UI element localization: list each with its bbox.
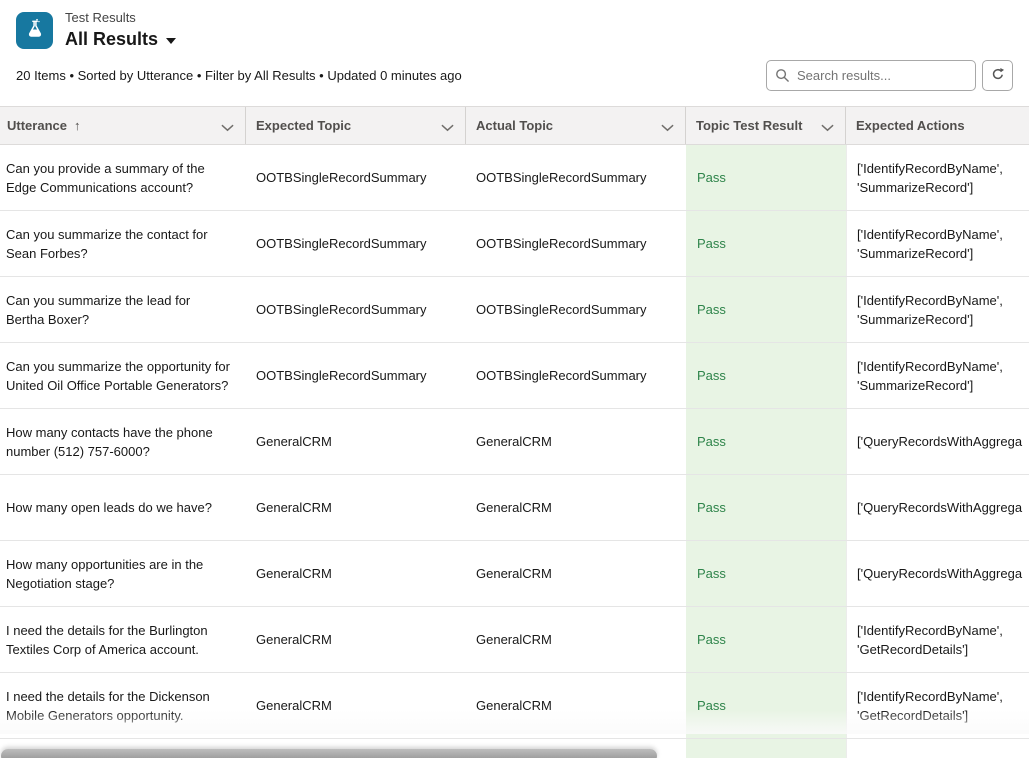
chevron-down-icon[interactable] (821, 120, 834, 135)
cell-expected-actions: ['IdentifyRecordByName', 'SummarizeRecor… (846, 211, 1029, 276)
dropdown-arrow-icon (166, 38, 176, 44)
cell-expected-topic: OOTBSingleRecordSummary (246, 277, 466, 342)
cell-topic-test-result: Pass (686, 475, 846, 540)
cell-topic-test-result: Pass (686, 211, 846, 276)
table-header-row: Utterance ↑ Expected Topic Actual Topic … (0, 106, 1029, 145)
column-header-expected-topic[interactable]: Expected Topic (246, 107, 466, 144)
table-row[interactable]: Can you provide a summary of the Edge Co… (0, 145, 1029, 211)
cell-expected-actions: ['QueryRecordsWithAggrega (846, 541, 1029, 606)
cell-expected-actions: ['IdentifyRecordByName', 'SummarizeRecor… (846, 277, 1029, 342)
table-row[interactable]: How many opportunities are in the Negoti… (0, 541, 1029, 607)
cell-utterance: I need the details for the Burlington Te… (0, 607, 246, 672)
cell-actual-topic: OOTBSingleRecordSummary (466, 211, 686, 276)
cell-expected-topic: OOTBSingleRecordSummary (246, 211, 466, 276)
list-view-selector[interactable]: All Results (65, 28, 176, 50)
column-label: Actual Topic (476, 118, 553, 133)
refresh-icon (990, 66, 1006, 85)
table-row[interactable]: How many open leads do we have? GeneralC… (0, 475, 1029, 541)
sort-ascending-icon: ↑ (74, 118, 81, 133)
cell-topic-test-result (686, 739, 846, 758)
cell-topic-test-result: Pass (686, 409, 846, 474)
cell-expected-topic: GeneralCRM (246, 673, 466, 738)
cell-utterance: Can you summarize the lead for Bertha Bo… (0, 277, 246, 342)
cell-utterance: Can you summarize the opportunity for Un… (0, 343, 246, 408)
table-row[interactable]: I need the details for the Dickenson Mob… (0, 673, 1029, 739)
cell-utterance: Can you summarize the contact for Sean F… (0, 211, 246, 276)
cell-expected-topic: GeneralCRM (246, 475, 466, 540)
cell-topic-test-result: Pass (686, 541, 846, 606)
title-block: Test Results All Results (65, 10, 176, 50)
column-header-expected-actions[interactable]: Expected Actions (846, 107, 1029, 144)
cell-topic-test-result: Pass (686, 145, 846, 210)
column-header-utterance[interactable]: Utterance ↑ (0, 107, 246, 144)
test-results-entity-icon (16, 12, 53, 49)
table-row[interactable]: I need the details for the Burlington Te… (0, 607, 1029, 673)
cell-topic-test-result: Pass (686, 277, 846, 342)
page-header: Test Results All Results (0, 0, 1029, 50)
cell-utterance: How many open leads do we have? (0, 475, 246, 540)
cell-actual-topic: GeneralCRM (466, 607, 686, 672)
cell-expected-topic: OOTBSingleRecordSummary (246, 343, 466, 408)
view-name-label: All Results (65, 28, 158, 50)
cell-utterance: Can you provide a summary of the Edge Co… (0, 145, 246, 210)
table-row[interactable]: Can you summarize the opportunity for Un… (0, 343, 1029, 409)
chevron-down-icon[interactable] (441, 120, 454, 135)
cell-utterance: How many opportunities are in the Negoti… (0, 541, 246, 606)
cell-expected-topic: GeneralCRM (246, 409, 466, 474)
results-table: Utterance ↑ Expected Topic Actual Topic … (0, 106, 1029, 758)
table-row[interactable]: Can you summarize the lead for Bertha Bo… (0, 277, 1029, 343)
cell-expected-actions: ['IdentifyRecordByName', 'SummarizeRecor… (846, 343, 1029, 408)
cell-actual-topic: GeneralCRM (466, 409, 686, 474)
column-label: Utterance (7, 118, 67, 133)
cell-expected-actions: ['IdentifyRecordByName', 'GetRecordDetai… (846, 607, 1029, 672)
table-body: Can you provide a summary of the Edge Co… (0, 145, 1029, 758)
object-name-label: Test Results (65, 10, 176, 26)
cell-expected-topic: GeneralCRM (246, 541, 466, 606)
cell-expected-topic: OOTBSingleRecordSummary (246, 145, 466, 210)
cell-actual-topic: GeneralCRM (466, 541, 686, 606)
cell-actual-topic: GeneralCRM (466, 475, 686, 540)
horizontal-scrollbar-thumb[interactable] (1, 749, 657, 758)
cell-expected-actions: ['IdentifyRecordByName', 'GetRecordDetai… (846, 673, 1029, 738)
cell-expected-actions: ['IdentifyRecordByName', 'SummarizeRecor… (846, 145, 1029, 210)
list-meta-summary: 20 Items • Sorted by Utterance • Filter … (16, 68, 462, 83)
cell-topic-test-result: Pass (686, 343, 846, 408)
chevron-down-icon[interactable] (661, 120, 674, 135)
cell-actual-topic: OOTBSingleRecordSummary (466, 343, 686, 408)
column-label: Expected Topic (256, 118, 351, 133)
toolbar-actions (766, 60, 1013, 91)
table-row[interactable]: Can you summarize the contact for Sean F… (0, 211, 1029, 277)
flask-icon (24, 18, 46, 43)
column-label: Expected Actions (856, 118, 965, 133)
cell-utterance: I need the details for the Dickenson Mob… (0, 673, 246, 738)
cell-actual-topic: OOTBSingleRecordSummary (466, 145, 686, 210)
cell-actual-topic: OOTBSingleRecordSummary (466, 277, 686, 342)
refresh-button[interactable] (982, 60, 1013, 91)
table-row[interactable]: How many contacts have the phone number … (0, 409, 1029, 475)
column-header-actual-topic[interactable]: Actual Topic (466, 107, 686, 144)
cell-expected-actions: ['QueryRecordsWithAggrega (846, 409, 1029, 474)
chevron-down-icon[interactable] (221, 120, 234, 135)
search-input[interactable] (766, 60, 976, 91)
cell-actual-topic: GeneralCRM (466, 673, 686, 738)
cell-expected-topic: GeneralCRM (246, 607, 466, 672)
column-label: Topic Test Result (696, 118, 802, 133)
cell-utterance: How many contacts have the phone number … (0, 409, 246, 474)
cell-topic-test-result: Pass (686, 673, 846, 738)
search-box (766, 60, 976, 91)
list-toolbar: 20 Items • Sorted by Utterance • Filter … (0, 50, 1029, 106)
cell-expected-actions: ['IdentifyRecordByName', (846, 739, 1029, 758)
cell-expected-actions: ['QueryRecordsWithAggrega (846, 475, 1029, 540)
cell-topic-test-result: Pass (686, 607, 846, 672)
column-header-topic-test-result[interactable]: Topic Test Result (686, 107, 846, 144)
